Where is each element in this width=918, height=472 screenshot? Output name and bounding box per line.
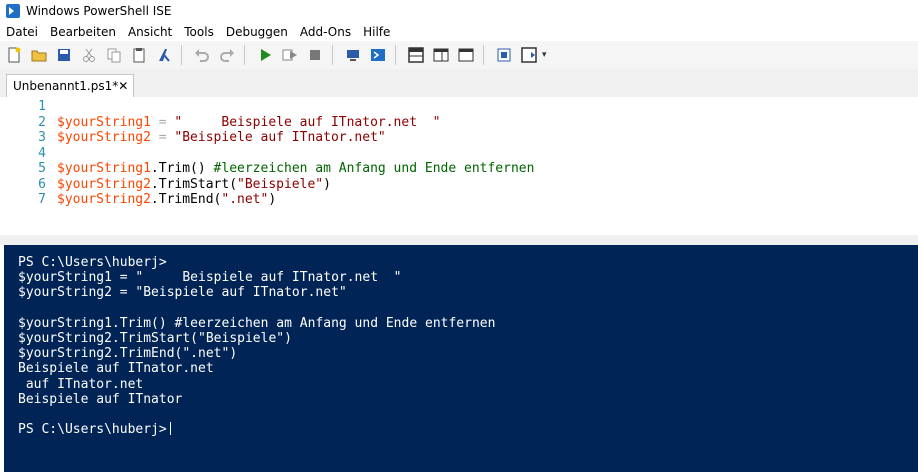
code-token: $yourString1 bbox=[57, 161, 151, 176]
line-code: $yourString1.Trim() #leerzeichen am Anfa… bbox=[57, 161, 534, 177]
console-line: $yourString1.Trim() #leerzeichen am Anfa… bbox=[18, 315, 496, 331]
line-code: $yourString2.TrimStart("Beispiele") bbox=[57, 177, 331, 193]
code-token: #leerzeichen am Anfang und Ende entferne… bbox=[213, 161, 535, 176]
code-token: .TrimStart( bbox=[150, 176, 238, 192]
code-token: .TrimEnd( bbox=[150, 192, 222, 207]
menu-debuggen[interactable]: Debuggen bbox=[226, 25, 288, 39]
cut-icon[interactable] bbox=[78, 44, 100, 66]
menu-hilfe[interactable]: Hilfe bbox=[363, 25, 390, 39]
line-code: $yourString2 = "Beispiele auf ITnator.ne… bbox=[57, 130, 386, 146]
menu-ansicht[interactable]: Ansicht bbox=[128, 25, 172, 39]
code-token: "Beispiele" bbox=[237, 176, 324, 192]
menu-bearbeiten[interactable]: Bearbeiten bbox=[50, 25, 116, 39]
code-token: ) bbox=[323, 176, 331, 192]
script-editor[interactable]: 1 2 $yourString1 = " Beispiele auf ITnator… bbox=[0, 97, 918, 236]
line-number: 1 bbox=[38, 99, 46, 114]
menu-bar: Datei Bearbeiten Ansicht Tools Debuggen … bbox=[0, 22, 918, 41]
show-script-right-icon[interactable] bbox=[430, 44, 452, 66]
code-token: $yourString1 bbox=[57, 114, 151, 130]
console-line: PS C:\Users\huberj> bbox=[18, 255, 167, 270]
line-number: 3 bbox=[38, 130, 46, 145]
open-file-icon[interactable] bbox=[28, 44, 50, 66]
toolbar-separator bbox=[181, 45, 182, 65]
clear-console-icon[interactable] bbox=[153, 44, 175, 66]
show-script-max-icon[interactable] bbox=[455, 44, 477, 66]
toolbar-separator bbox=[395, 45, 396, 65]
console-line: auf ITnator.net bbox=[18, 376, 144, 392]
pane-splitter[interactable] bbox=[0, 235, 918, 245]
code-token: .Trim() bbox=[150, 161, 214, 176]
code-token: ".net" bbox=[221, 192, 269, 207]
line-number: 5 bbox=[38, 161, 46, 176]
code-token: $yourString2 bbox=[57, 130, 151, 145]
run-selection-icon[interactable] bbox=[279, 44, 301, 66]
line-number: 4 bbox=[38, 145, 46, 161]
code-token: = bbox=[150, 130, 175, 145]
tab-strip: Unbenannt1.ps1* ✕ bbox=[0, 69, 918, 98]
code-token: = bbox=[150, 114, 175, 130]
tab-unbenannt1[interactable]: Unbenannt1.ps1* ✕ bbox=[6, 74, 134, 97]
show-command-addon-icon[interactable] bbox=[518, 44, 540, 66]
menu-datei[interactable]: Datei bbox=[6, 25, 38, 39]
undo-icon[interactable] bbox=[191, 44, 213, 66]
console-pane[interactable]: PS C:\Users\huberj> $yourString1 = " Beis… bbox=[4, 245, 918, 472]
powershell-app-icon bbox=[6, 4, 20, 18]
console-line: Beispiele auf ITnator bbox=[18, 391, 183, 407]
paste-icon[interactable] bbox=[128, 44, 150, 66]
new-file-icon[interactable] bbox=[3, 44, 25, 66]
toolbar-separator bbox=[483, 45, 484, 65]
toolbar-overflow-icon[interactable]: ▾ bbox=[542, 50, 547, 60]
menu-add-ons[interactable]: Add-Ons bbox=[300, 25, 351, 39]
copy-icon[interactable] bbox=[103, 44, 125, 66]
redo-icon[interactable] bbox=[216, 44, 238, 66]
console-line: $yourString1 = " Beispiele auf ITnator.n… bbox=[18, 270, 402, 286]
toolbar-separator bbox=[332, 45, 333, 65]
title-bar: Windows PowerShell ISE bbox=[0, 0, 918, 22]
toolbar: ▾ bbox=[0, 41, 918, 69]
line-number: 6 bbox=[38, 176, 46, 192]
tab-label: Unbenannt1.ps1* bbox=[13, 79, 119, 93]
show-command-window-icon[interactable] bbox=[493, 44, 515, 66]
line-number: 2 bbox=[38, 114, 46, 130]
run-icon[interactable] bbox=[254, 44, 276, 66]
console-line: $yourString2.TrimStart("Beispiele") bbox=[18, 331, 292, 346]
code-token: ) bbox=[268, 192, 277, 207]
console-line: Beispiele auf ITnator.net bbox=[18, 361, 214, 377]
window-title: Windows PowerShell ISE bbox=[26, 4, 172, 18]
console-line: $yourString2.TrimEnd(".net") bbox=[18, 346, 238, 362]
console-line: PS C:\Users\huberj> bbox=[18, 422, 171, 437]
menu-tools[interactable]: Tools bbox=[184, 25, 214, 39]
code-token: "Beispiele auf ITnator.net" bbox=[174, 130, 386, 145]
code-token: " Beispiele auf ITnator.net " bbox=[174, 114, 441, 130]
remote-powershell-icon[interactable] bbox=[342, 44, 364, 66]
code-token: $yourString2 bbox=[57, 192, 151, 207]
powershell-console-icon[interactable] bbox=[367, 44, 389, 66]
line-code: $yourString1 = " Beispiele auf ITnator.n… bbox=[57, 115, 441, 131]
toolbar-separator bbox=[244, 45, 245, 65]
stop-icon[interactable] bbox=[304, 44, 326, 66]
show-script-top-icon[interactable] bbox=[405, 44, 427, 66]
line-number: 7 bbox=[38, 192, 46, 207]
save-icon[interactable] bbox=[53, 44, 75, 66]
line-code: $yourString2.TrimEnd(".net") bbox=[57, 192, 276, 208]
close-icon[interactable]: ✕ bbox=[118, 79, 128, 93]
code-token: $yourString2 bbox=[57, 176, 151, 192]
console-line: $yourString2 = "Beispiele auf ITnator.ne… bbox=[18, 285, 347, 301]
text-cursor bbox=[169, 422, 171, 436]
